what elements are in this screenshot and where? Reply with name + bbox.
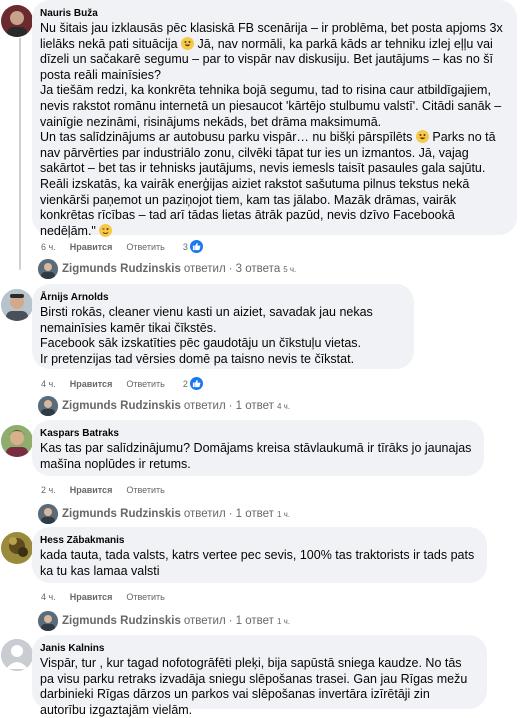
comment-text: kada tauta, tada valsts, katrs vertee pe… [40,548,475,579]
reply-count: · 1 ответ [228,508,274,520]
comment-time[interactable]: 4 ч. [41,592,56,602]
avatar[interactable] [1,289,33,321]
reply-button[interactable]: Ответить [126,592,164,602]
grinning-face-icon [181,36,195,50]
reply-count: · 3 ответа [228,263,281,275]
comment-bubble: Janis Kalnins Vispār, tur , kur tagad no… [32,635,487,717]
comment-bubble: Hess Zābakmanis kada tauta, tada valsts,… [32,527,487,583]
like-button[interactable]: Нравится [70,592,113,602]
reply-button[interactable]: Ответить [126,485,164,495]
comment-time[interactable]: 2 ч. [41,485,56,495]
thread-line [19,38,21,270]
reply-verb: ответил [183,508,226,520]
like-button[interactable]: Нравится [70,485,113,495]
comment-actions: 4 ч. Нравится Ответить [41,592,183,602]
reply-count: · 1 ответ [228,400,274,412]
comment-actions: 4 ч. Нравится Ответить 2 [41,377,203,390]
avatar [38,611,58,631]
comment-author[interactable]: Ārnijs Arnolds [40,292,402,303]
comment-paragraph: Un tas salīdzinājums ar autobusu parku v… [40,130,413,145]
reaction-count[interactable]: 2 [183,379,188,389]
comment-time[interactable]: 4 ч. [41,379,56,389]
reaction-count[interactable]: 3 [183,242,188,252]
reply-time: 1 ч. [276,616,291,626]
comment-bubble: Ārnijs Arnolds Birsti rokās, cleaner vie… [32,284,414,369]
reply-verb: ответил [183,400,226,412]
reply-time: 4 ч. [276,401,291,411]
thumbs-up-icon[interactable] [189,240,203,253]
comment-author[interactable]: Hess Zābakmanis [40,535,475,546]
avatar[interactable] [1,425,33,457]
reply-time: 5 ч. [283,264,297,274]
reply-author[interactable]: Zigmunds Rudzinskis [62,508,181,520]
comment-bubble: Nauris Buža Nu šitais jau izklausās pēc … [32,0,517,238]
comment-paragraph: Birsti rokās, cleaner vienu kasti un aiz… [40,305,373,335]
replies-link[interactable]: Zigmunds Rudzinskis ответил · 1 ответ 1 … [38,504,290,524]
avatar [38,504,58,524]
reply-button[interactable]: Ответить [126,242,164,252]
comment-time[interactable]: 6 ч. [41,242,56,252]
avatar [38,396,58,416]
comment-author[interactable]: Janis Kalnins [40,643,475,654]
reply-time: 1 ч. [276,509,291,519]
reply-author[interactable]: Zigmunds Rudzinskis [62,615,181,627]
comment-paragraph: Ir pretenzijas tad vērsies domē pa taisn… [40,351,355,366]
reply-verb: ответил [183,615,226,627]
avatar[interactable] [1,532,33,564]
comment-bubble: Kaspars Batraks Kas tas par salīdzinājum… [32,420,484,476]
comment-paragraph: Kas tas par salīdzinājumu? Domājams krei… [40,441,472,471]
thumbs-up-icon[interactable] [189,377,203,390]
grinning-face-icon [415,130,429,144]
comment-text: Kas tas par salīdzinājumu? Domājams krei… [40,441,472,472]
reply-verb: ответил [183,263,226,275]
reply-button[interactable]: Ответить [126,379,164,389]
comment-author[interactable]: Kaspars Batraks [40,428,472,439]
reply-author[interactable]: Zigmunds Rudzinskis [62,400,181,412]
comment-actions: 2 ч. Нравится Ответить [41,485,183,495]
reply-author[interactable]: Zigmunds Rudzinskis [62,263,181,275]
replies-link[interactable]: Zigmunds Rudzinskis ответил · 3 ответа 5… [38,259,296,279]
avatar[interactable] [1,639,33,671]
like-button[interactable]: Нравится [70,379,113,389]
comment-author[interactable]: Nauris Buža [40,8,505,19]
comment-paragraph: Facebook sāk izskatīties pēc gaudotāju u… [40,336,362,351]
comment-paragraph: kada tauta, tada valsts, katrs vertee pe… [40,548,475,578]
comment-text: Birsti rokās, cleaner vienu kasti un aiz… [40,305,402,367]
winking-face-icon [99,223,113,237]
replies-link[interactable]: Zigmunds Rudzinskis ответил · 1 ответ 4 … [38,396,290,416]
replies-link[interactable]: Zigmunds Rudzinskis ответил · 1 ответ 1 … [38,611,290,631]
comment-paragraph: Ja tiešām redzi, ka konkrēta tehnika boj… [40,83,502,129]
avatar[interactable] [1,5,33,37]
avatar [38,259,58,279]
reply-count: · 1 ответ [228,615,274,627]
comment-text: Nu šitais jau izklausās pēc klasiskā FB … [40,21,505,239]
comment-actions: 6 ч. Нравится Ответить 3 [41,240,203,253]
like-button[interactable]: Нравится [70,242,113,252]
